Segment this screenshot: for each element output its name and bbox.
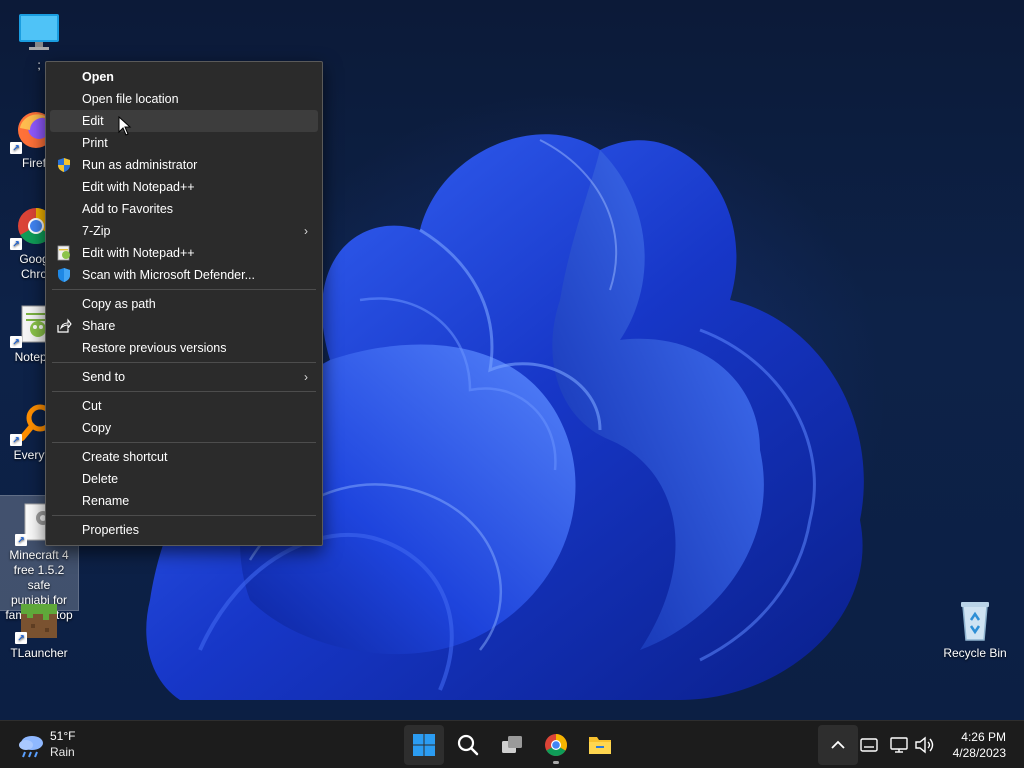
mouse-cursor-icon (118, 116, 132, 136)
menu-item-add-to-favorites[interactable]: Add to Favorites (50, 198, 318, 220)
menu-item-share[interactable]: Share (50, 315, 318, 337)
menu-item-label: Scan with Microsoft Defender... (82, 268, 255, 282)
search-icon (457, 734, 479, 756)
menu-item-label: Share (82, 319, 116, 333)
menu-item-label: Open file location (82, 92, 179, 106)
menu-item-edit[interactable]: Edit (50, 110, 318, 132)
taskbar: 51°F Rain 4:26 PM 4/28/2023 (0, 720, 1024, 768)
menu-separator (52, 515, 316, 516)
share-icon (56, 318, 72, 334)
menu-item-rename[interactable]: Rename (50, 490, 318, 512)
menu-item-scan-with-microsoft-defender[interactable]: Scan with Microsoft Defender... (50, 264, 318, 286)
shortcut-arrow-icon: ↗ (15, 534, 27, 546)
menu-item-restore-previous-versions[interactable]: Restore previous versions (50, 337, 318, 359)
rain-cloud-icon (19, 736, 43, 758)
running-indicator (553, 761, 559, 764)
chevron-up-icon (831, 740, 845, 749)
search-button[interactable] (448, 725, 488, 765)
menu-separator (52, 442, 316, 443)
file-explorer-button[interactable] (580, 725, 620, 765)
task-view-button[interactable] (492, 725, 532, 765)
weather-condition: Rain (50, 745, 75, 759)
menu-item-edit-with-notepad[interactable]: Edit with Notepad++ (50, 176, 318, 198)
recycle-bin-icon (953, 598, 997, 642)
shortcut-arrow-icon: ↗ (10, 238, 22, 250)
menu-item-label: Add to Favorites (82, 202, 174, 216)
chrome-icon (545, 734, 567, 756)
desktop-icon-recycle-bin[interactable]: Recycle Bin (936, 598, 1014, 661)
menu-item-cut[interactable]: Cut (50, 395, 318, 417)
menu-item-copy-as-path[interactable]: Copy as path (50, 293, 318, 315)
menu-item-delete[interactable]: Delete (50, 468, 318, 490)
menu-item-run-as-administrator[interactable]: Run as administrator (50, 154, 318, 176)
weather-widget[interactable]: 51°F Rain (14, 729, 104, 763)
minecraft-grass-block-icon: ↗ (15, 598, 61, 644)
weather-temperature: 51°F (50, 729, 76, 743)
menu-item-label: Delete (82, 472, 119, 486)
menu-item-label: Print (82, 136, 108, 150)
menu-item-label: Edit with Notepad++ (82, 180, 195, 194)
menu-item-label: Send to (82, 370, 126, 384)
chevron-right-icon: › (304, 370, 308, 384)
shortcut-arrow-icon: ↗ (10, 434, 22, 446)
desktop-icon-label: Recycle Bin (943, 646, 1007, 660)
menu-item-7-zip[interactable]: 7-Zip › (50, 220, 318, 242)
touch-keyboard-icon[interactable] (857, 733, 881, 757)
clock[interactable]: 4:26 PM 4/28/2023 (953, 729, 1006, 761)
menu-item-label: Create shortcut (82, 450, 168, 464)
menu-item-label: Rename (82, 494, 130, 508)
menu-item-open-file-location[interactable]: Open file location (50, 88, 318, 110)
menu-item-label: Properties (82, 523, 139, 537)
shortcut-arrow-icon: ↗ (10, 336, 22, 348)
shortcut-arrow-icon: ↗ (10, 142, 22, 154)
menu-item-label: Open (82, 70, 114, 84)
menu-separator (52, 362, 316, 363)
monitor-icon (17, 10, 61, 54)
menu-separator (52, 289, 316, 290)
menu-separator (52, 391, 316, 392)
task-view-icon (502, 736, 522, 753)
show-hidden-icons-button[interactable] (818, 725, 858, 765)
uac-shield-icon (56, 157, 72, 173)
menu-item-create-shortcut[interactable]: Create shortcut (50, 446, 318, 468)
clock-date: 4/28/2023 (952, 746, 1006, 760)
menu-item-send-to[interactable]: Send to › (50, 366, 318, 388)
windows-start-icon (413, 734, 435, 756)
context-menu: Open Open file location Edit Print Run as ad… (45, 61, 323, 546)
menu-item-label: 7-Zip (82, 224, 111, 238)
menu-item-open[interactable]: Open (50, 66, 318, 88)
desktop[interactable]: ; ↗ Firef ↗ Goog Chro ↗ Notepa ↗ Everyth… (0, 0, 1024, 720)
menu-item-label: Edit with Notepad++ (82, 246, 195, 260)
shortcut-arrow-icon: ↗ (15, 632, 27, 644)
menu-item-label: Edit (82, 114, 104, 128)
notepad-plus-plus-icon (56, 245, 72, 261)
menu-item-edit-with-notepad[interactable]: Edit with Notepad++ (50, 242, 318, 264)
volume-icon[interactable] (913, 733, 937, 757)
clock-time: 4:26 PM (961, 730, 1006, 744)
menu-item-label: Run as administrator (82, 158, 198, 172)
defender-shield-icon (56, 267, 72, 283)
menu-item-copy[interactable]: Copy (50, 417, 318, 439)
start-button[interactable] (404, 725, 444, 765)
menu-item-label: Copy (82, 421, 112, 435)
menu-item-label: Copy as path (82, 297, 156, 311)
chevron-right-icon: › (304, 224, 308, 238)
network-icon[interactable] (888, 733, 912, 757)
menu-item-label: Cut (82, 399, 102, 413)
menu-item-properties[interactable]: Properties (50, 519, 318, 541)
desktop-icon-tlauncher[interactable]: ↗ TLauncher (0, 598, 78, 661)
taskbar-chrome-button[interactable] (536, 725, 576, 765)
desktop-icon-label: TLauncher (10, 646, 68, 660)
menu-item-label: Restore previous versions (82, 341, 227, 355)
folder-icon (589, 737, 611, 754)
menu-item-print[interactable]: Print (50, 132, 318, 154)
